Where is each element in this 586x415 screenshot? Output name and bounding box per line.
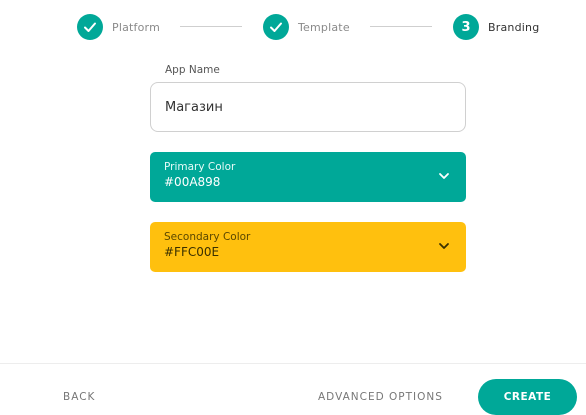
chevron-down-icon bbox=[439, 243, 449, 249]
check-icon bbox=[263, 14, 289, 40]
advanced-options-button[interactable]: ADVANCED OPTIONS bbox=[318, 383, 443, 411]
primary-color-value: #00A898 bbox=[164, 175, 221, 189]
step-platform[interactable]: Platform bbox=[77, 13, 160, 41]
secondary-color-value: #FFC00E bbox=[164, 245, 220, 259]
step-label-branding: Branding bbox=[488, 20, 540, 34]
stepper: Platform Template 3 Branding bbox=[0, 0, 586, 56]
secondary-color-select[interactable]: Secondary Color #FFC00E bbox=[150, 222, 466, 272]
step-number-badge: 3 bbox=[453, 14, 479, 40]
step-connector bbox=[180, 26, 242, 27]
step-template[interactable]: Template bbox=[263, 13, 350, 41]
app-name-label: App Name bbox=[165, 64, 220, 76]
app-name-input[interactable] bbox=[150, 82, 466, 132]
primary-color-title: Primary Color bbox=[164, 161, 236, 173]
step-label-platform: Platform bbox=[112, 20, 160, 34]
create-button[interactable]: CREATE bbox=[478, 379, 577, 415]
footer-divider bbox=[0, 363, 586, 364]
step-branding[interactable]: 3 Branding bbox=[453, 13, 539, 41]
secondary-color-title: Secondary Color bbox=[164, 231, 251, 243]
back-button[interactable]: BACK bbox=[63, 383, 95, 411]
check-icon bbox=[77, 14, 103, 40]
step-connector bbox=[370, 26, 432, 27]
primary-color-select[interactable]: Primary Color #00A898 bbox=[150, 152, 466, 202]
chevron-down-icon bbox=[439, 173, 449, 179]
step-label-template: Template bbox=[298, 20, 350, 34]
